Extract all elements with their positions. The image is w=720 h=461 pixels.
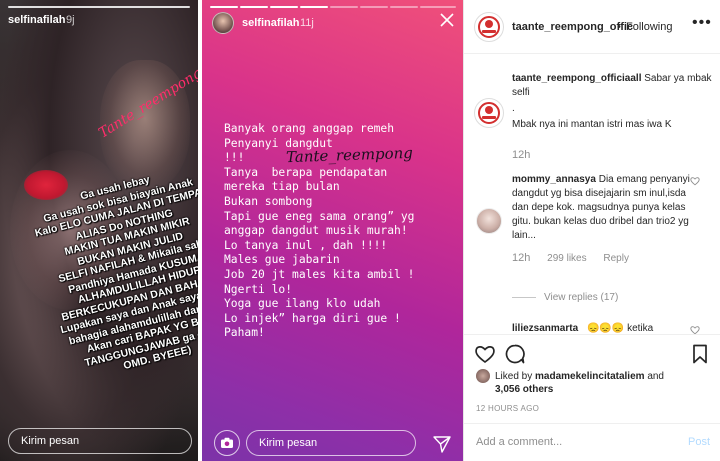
comment-avatar[interactable] xyxy=(476,208,502,234)
story-left[interactable]: selfinafilah 9j Tante_reempong Ga usah l… xyxy=(0,0,198,461)
comment-time: 12h xyxy=(512,252,531,264)
story-username[interactable]: selfinafilah xyxy=(242,17,299,29)
comment-username[interactable]: mommy_annasya xyxy=(512,174,596,185)
story-progress-segment xyxy=(360,6,388,8)
liked-by-prefix: Liked by xyxy=(495,371,533,382)
comment-avatar-icon[interactable] xyxy=(474,98,504,128)
close-icon[interactable] xyxy=(438,12,456,30)
view-replies-label[interactable]: View replies (17) xyxy=(544,292,618,303)
story-progress-segment xyxy=(240,6,268,8)
account-avatar-icon[interactable] xyxy=(474,12,504,42)
story-avatar[interactable] xyxy=(212,12,234,34)
post-header: taante_reempong_offic • Following ••• xyxy=(464,0,720,54)
liker-avatar[interactable] xyxy=(476,369,490,383)
send-message-input[interactable]: Kirim pesan xyxy=(246,430,416,456)
more-options-icon[interactable]: ••• xyxy=(692,14,712,32)
comment-1: taante_reempong_officiaall Sabar ya mbak… xyxy=(512,72,712,162)
story-progress-bar xyxy=(8,6,190,8)
post-comment-button[interactable]: Post xyxy=(688,436,710,448)
like-heart-icon[interactable] xyxy=(474,343,496,365)
likes-count[interactable]: 3,056 others xyxy=(495,384,553,395)
liked-by-and: and xyxy=(647,371,664,382)
story-progress-segment xyxy=(210,6,238,8)
comment-meta: 12h 299 likes Reply xyxy=(512,251,694,266)
add-comment-input[interactable]: Add a comment... xyxy=(476,436,562,448)
liked-by: Liked by madamekelincitataliem and 3,056… xyxy=(495,370,715,396)
view-replies[interactable]: View replies (17) xyxy=(512,292,618,303)
comment-username[interactable]: taante_reempong_officiaall xyxy=(512,73,641,84)
story-username[interactable]: selfinafilah xyxy=(8,14,65,26)
comment-username[interactable]: liliezsanmarta xyxy=(512,323,578,334)
comment-likes[interactable]: 299 likes xyxy=(547,253,586,264)
story-center[interactable]: selfinafilah 11j Banyak orang anggap rem… xyxy=(202,0,463,461)
story-progress-segment xyxy=(390,6,418,8)
camera-icon[interactable] xyxy=(214,430,240,456)
liked-by-user[interactable]: madamekelincitataliem xyxy=(535,371,645,382)
comment-bubble-icon[interactable] xyxy=(504,343,526,365)
add-comment-bar: Add a comment... Post xyxy=(464,423,720,461)
comment-text-line: Mbak nya ini mantan istri mas iwa K xyxy=(512,119,672,130)
reply-button[interactable]: Reply xyxy=(603,253,629,264)
story-progress-segment xyxy=(420,6,456,8)
comment-2: mommy_annasya Dia emang penyanyi dangdut… xyxy=(512,173,694,266)
story-progress-segment xyxy=(270,6,298,8)
story-time: 9j xyxy=(66,14,75,26)
comment-time: 12h xyxy=(512,149,531,161)
separator-dot: • xyxy=(617,21,621,33)
comment-like-heart-icon[interactable] xyxy=(690,176,700,186)
story-progress-segment xyxy=(300,6,328,8)
bookmark-icon[interactable] xyxy=(689,343,711,365)
post-panel: taante_reempong_offic • Following ••• ta… xyxy=(463,0,720,461)
send-message-input[interactable]: Kirim pesan xyxy=(8,428,192,454)
comment-text-line: . xyxy=(512,103,515,114)
story-time: 11j xyxy=(300,17,314,29)
post-timestamp[interactable]: 12 HOURS AGO xyxy=(476,404,539,413)
comment-text: 😞😞😞 ketika xyxy=(586,323,654,334)
story-progress-segment xyxy=(330,6,358,8)
account-name[interactable]: taante_reempong_offic xyxy=(512,21,633,33)
send-direct-icon[interactable] xyxy=(432,434,452,454)
post-actions: Liked by madamekelincitataliem and 3,056… xyxy=(464,334,720,413)
follow-status[interactable]: Following xyxy=(626,21,672,33)
